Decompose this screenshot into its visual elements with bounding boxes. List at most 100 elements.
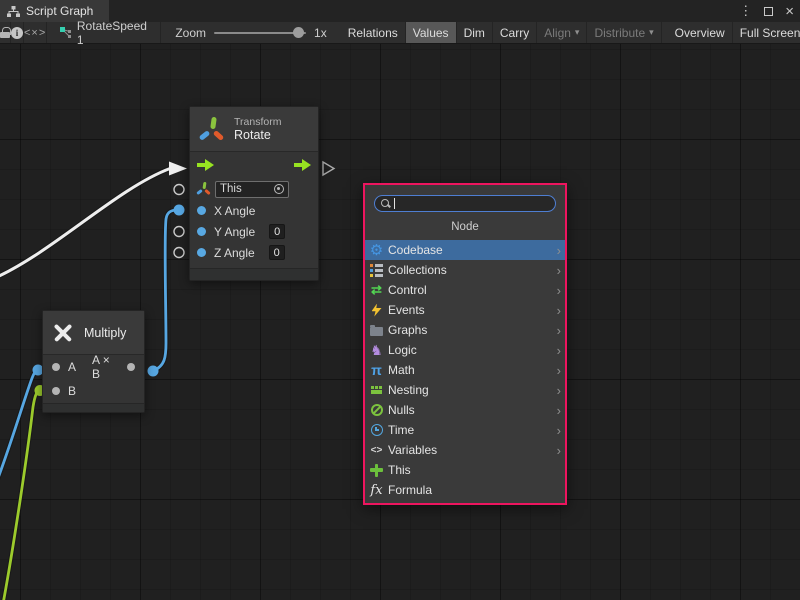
pi-icon: π: [368, 362, 385, 378]
search-icon: [381, 198, 391, 209]
null-icon: [368, 402, 385, 418]
chevron-right-icon: ›: [557, 384, 561, 397]
toolbar-buttons: Relations Values Dim Carry Align ▾ Distr…: [341, 22, 800, 43]
finder-item-nulls[interactable]: Nulls ›: [365, 400, 565, 420]
transform-axes-icon: [200, 116, 224, 142]
finder-item-this[interactable]: This: [365, 460, 565, 480]
output-label: A × B: [92, 353, 119, 381]
finder-search-box[interactable]: [374, 195, 556, 212]
this-object-field[interactable]: This: [215, 181, 289, 198]
graph-breadcrumb[interactable]: RotateSpeed 1: [47, 22, 161, 43]
node-header[interactable]: Transform Rotate: [190, 107, 318, 152]
close-icon[interactable]: ×: [785, 4, 794, 19]
folder-icon: [368, 322, 385, 338]
knight-icon: ♞: [368, 342, 385, 358]
relations-button[interactable]: Relations: [341, 22, 406, 43]
fuzzy-finder-popup: Node ⚙ Codebase › Collections › ⇄: [363, 183, 567, 505]
finder-item-collections[interactable]: Collections ›: [365, 260, 565, 280]
finder-item-control[interactable]: ⇄ Control ›: [365, 280, 565, 300]
chevron-right-icon: ›: [557, 404, 561, 417]
input-a-port[interactable]: [52, 363, 60, 371]
gear-icon: ⚙: [368, 242, 385, 258]
yangle-value-field[interactable]: 0: [269, 224, 285, 239]
move-arrows-icon: [368, 462, 385, 478]
overview-button[interactable]: Overview: [668, 22, 733, 43]
input-a-label: A: [68, 360, 76, 374]
values-button[interactable]: Values: [406, 22, 457, 43]
lock-button[interactable]: [0, 22, 11, 43]
dim-button[interactable]: Dim: [457, 22, 493, 43]
distribute-dropdown[interactable]: Distribute ▾: [587, 22, 661, 43]
finder-item-nesting[interactable]: Nesting ›: [365, 380, 565, 400]
graph-name: RotateSpeed 1: [77, 19, 148, 47]
node-transform-rotate[interactable]: Transform Rotate This X Angle: [189, 106, 319, 281]
xangle-port[interactable]: [197, 206, 206, 215]
zangle-label: Z Angle: [214, 246, 255, 260]
input-b-label: B: [68, 384, 76, 398]
finder-item-graphs[interactable]: Graphs ›: [365, 320, 565, 340]
align-dropdown[interactable]: Align ▾: [537, 22, 587, 43]
chevron-right-icon: ›: [557, 284, 561, 297]
clock-icon: [368, 422, 385, 438]
control-arrows-icon: ⇄: [368, 282, 385, 298]
finder-header: Node: [365, 212, 565, 240]
finder-item-variables[interactable]: <> Variables ›: [365, 440, 565, 460]
node-footer: [190, 268, 318, 280]
input-b-port[interactable]: [52, 387, 60, 395]
chevron-right-icon: ›: [557, 244, 561, 257]
finder-item-formula[interactable]: fx Formula: [365, 480, 565, 500]
finder-item-time[interactable]: Time ›: [365, 420, 565, 440]
fx-icon: fx: [368, 482, 385, 498]
code-icon: <×>: [24, 27, 46, 39]
chevron-down-icon: ▾: [575, 27, 580, 38]
node-header[interactable]: Multiply: [43, 311, 144, 355]
finder-item-logic[interactable]: ♞ Logic ›: [365, 340, 565, 360]
finder-item-math[interactable]: π Math ›: [365, 360, 565, 380]
multiply-x-icon: [53, 323, 73, 343]
xangle-label: X Angle: [214, 204, 255, 218]
zoom-slider-handle[interactable]: [293, 27, 304, 38]
zoom-control: Zoom 1x: [161, 22, 334, 43]
chevron-right-icon: ›: [557, 324, 561, 337]
finder-item-events[interactable]: Events ›: [365, 300, 565, 320]
list-icon: [368, 262, 385, 278]
object-picker-icon[interactable]: [274, 184, 284, 194]
tab-title: Script Graph: [26, 4, 93, 18]
zangle-value-field[interactable]: 0: [269, 245, 285, 260]
flow-out-port[interactable]: [294, 159, 311, 171]
graph-icon: [7, 6, 20, 17]
full-screen-button[interactable]: Full Screen: [733, 22, 800, 43]
chevron-right-icon: ›: [557, 424, 561, 437]
finder-item-codebase[interactable]: ⚙ Codebase ›: [365, 240, 565, 260]
info-button[interactable]: i: [11, 22, 24, 43]
zangle-port[interactable]: [197, 248, 206, 257]
zoom-label: Zoom: [175, 26, 206, 40]
code-preview-button[interactable]: <×>: [24, 22, 47, 43]
chevron-right-icon: ›: [557, 264, 561, 277]
node-title: Multiply: [84, 326, 126, 340]
text-caret: [394, 198, 395, 209]
toolbar: i <×> RotateSpeed 1 Zoom 1x Relations Va…: [0, 22, 800, 44]
transform-mini-icon: [197, 182, 210, 196]
window-menu-icon[interactable]: ⋮: [739, 3, 752, 19]
flow-in-port[interactable]: [197, 159, 214, 171]
zoom-value: 1x: [314, 26, 327, 40]
node-title: Rotate: [234, 128, 281, 142]
maximize-icon[interactable]: [764, 7, 773, 16]
lightning-icon: [368, 302, 385, 318]
chevron-right-icon: ›: [557, 344, 561, 357]
finder-list: ⚙ Codebase › Collections › ⇄ Control: [365, 240, 565, 500]
search-input[interactable]: [398, 197, 549, 211]
graph-node-icon: [59, 26, 71, 39]
output-port[interactable]: [127, 363, 135, 371]
node-footer: [43, 403, 144, 412]
zoom-slider[interactable]: [214, 32, 306, 34]
yangle-port[interactable]: [197, 227, 206, 236]
node-multiply[interactable]: Multiply A A × B B: [42, 310, 145, 413]
carry-button[interactable]: Carry: [493, 22, 537, 43]
unity-visual-scripting-window: Transform Rotate This X Angle: [0, 0, 800, 600]
info-icon: i: [11, 27, 23, 39]
nesting-icon: [368, 382, 385, 398]
chevron-right-icon: ›: [557, 444, 561, 457]
yangle-label: Y Angle: [214, 225, 255, 239]
